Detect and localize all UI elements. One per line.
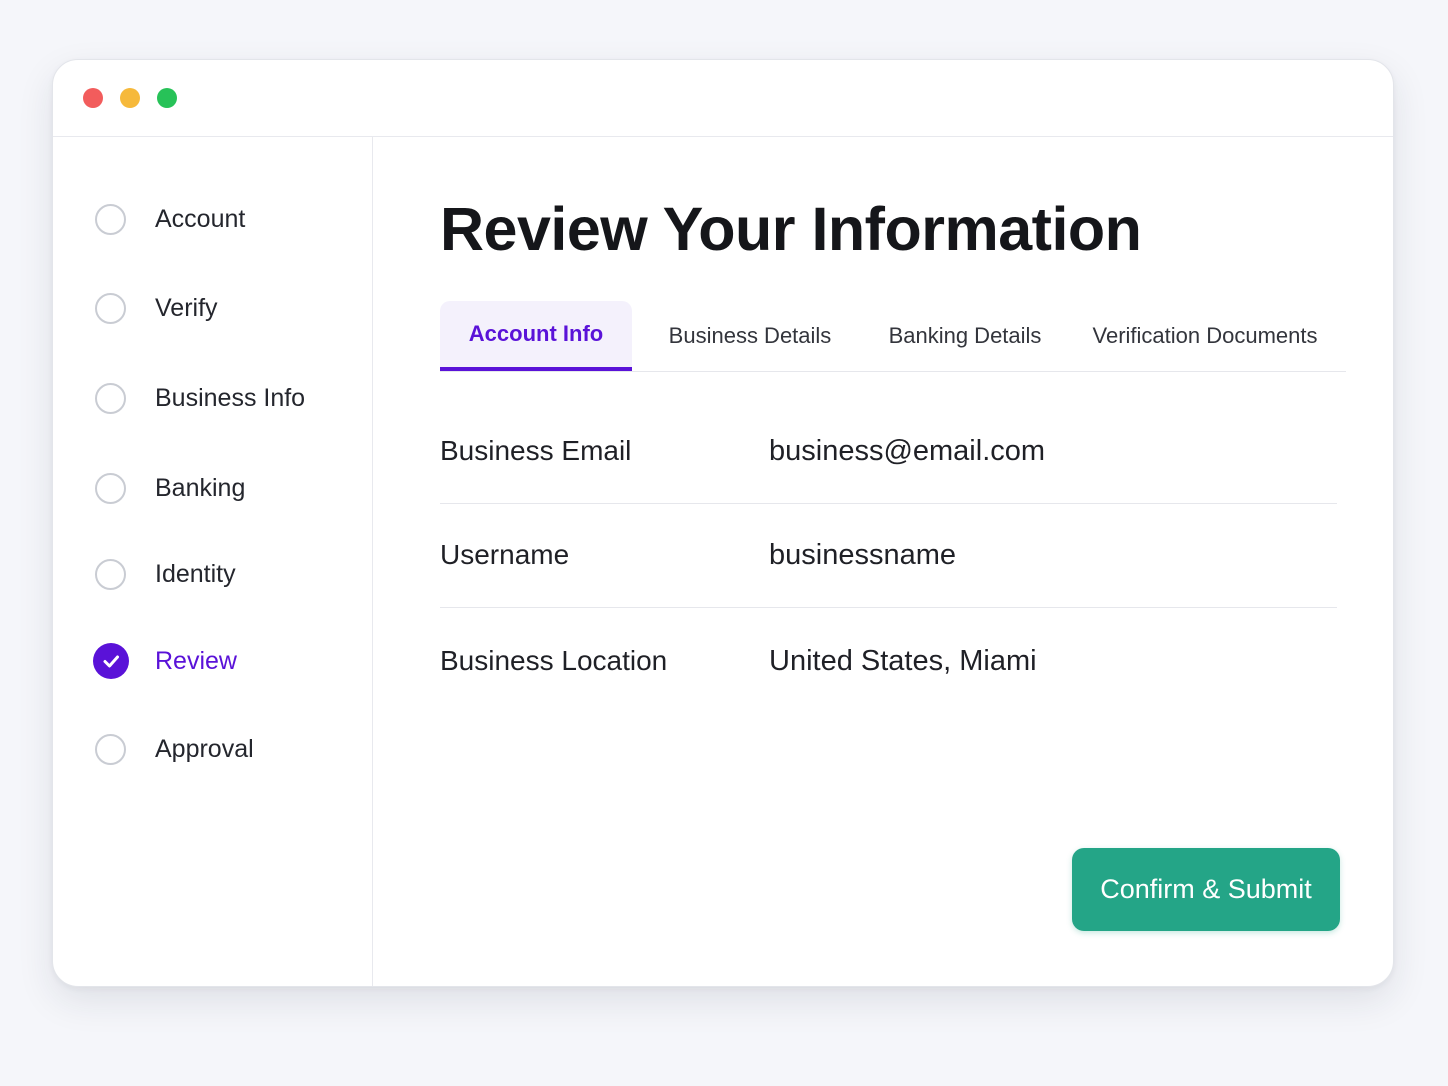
- step-identity[interactable]: Identity: [95, 554, 236, 594]
- step-pending-icon: [95, 203, 126, 235]
- field-row-business-location: Business Location United States, Miami: [440, 609, 1337, 713]
- step-business-info[interactable]: Business Info: [95, 378, 305, 418]
- step-pending-icon: [95, 292, 126, 324]
- minimize-window-button[interactable]: [120, 88, 140, 108]
- tab-business-details[interactable]: Business Details: [652, 301, 848, 371]
- step-label: Approval: [155, 734, 254, 763]
- main-panel: Review Your Information Account Info Bus…: [373, 136, 1393, 986]
- page-title: Review Your Information: [440, 195, 1142, 263]
- tab-banking-details[interactable]: Banking Details: [868, 301, 1062, 371]
- step-pending-icon: [95, 733, 126, 765]
- app-window: Account Verify Business Info Banking Ide…: [52, 59, 1394, 987]
- step-label: Account: [155, 204, 246, 233]
- step-label: Banking: [155, 473, 246, 502]
- field-label: Business Email: [440, 435, 632, 466]
- step-label: Verify: [155, 293, 218, 322]
- step-pending-icon: [95, 382, 126, 414]
- tab-account-info[interactable]: Account Info: [440, 301, 632, 371]
- maximize-window-button[interactable]: [157, 88, 177, 108]
- step-review[interactable]: Review: [93, 641, 237, 681]
- step-label: Identity: [155, 559, 236, 588]
- field-label: Username: [440, 539, 570, 570]
- field-row-business-email: Business Email business@email.com: [440, 399, 1337, 504]
- field-value: business@email.com: [769, 434, 1046, 467]
- tab-verification-documents[interactable]: Verification Documents: [1082, 301, 1328, 371]
- title-bar: [53, 60, 1393, 137]
- step-account[interactable]: Account: [95, 199, 245, 239]
- checkmark-icon: [93, 643, 129, 679]
- field-value: United States, Miami: [769, 644, 1037, 677]
- step-pending-icon: [95, 472, 126, 504]
- step-banking[interactable]: Banking: [95, 468, 245, 508]
- step-label: Review: [155, 646, 237, 675]
- steps-sidebar: Account Verify Business Info Banking Ide…: [53, 136, 373, 986]
- step-verify[interactable]: Verify: [95, 288, 218, 328]
- step-label: Business Info: [155, 383, 306, 412]
- field-label: Business Location: [440, 645, 668, 676]
- tab-bar: Account Info Business Details Banking De…: [440, 301, 1346, 372]
- step-approval[interactable]: Approval: [95, 729, 254, 769]
- field-value: businessname: [769, 538, 956, 571]
- step-pending-icon: [95, 558, 126, 590]
- field-row-username: Username businessname: [440, 503, 1337, 608]
- confirm-submit-button[interactable]: Confirm & Submit: [1072, 848, 1340, 931]
- close-window-button[interactable]: [83, 88, 103, 108]
